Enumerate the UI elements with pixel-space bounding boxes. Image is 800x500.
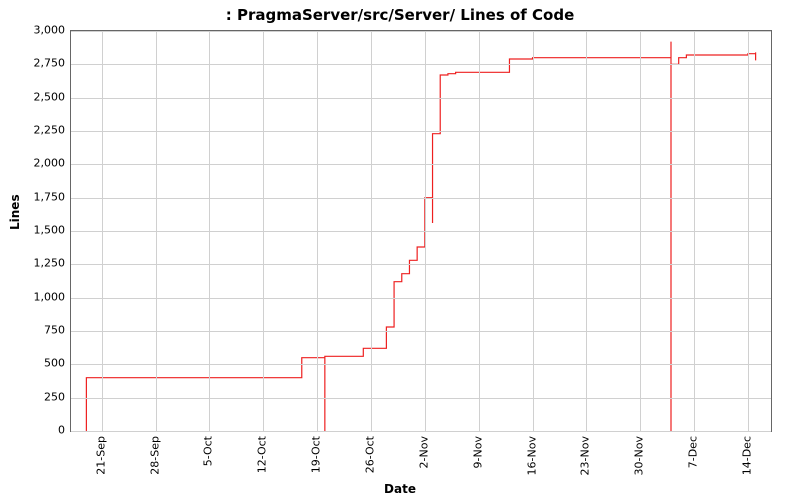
y-tick-label: 750 — [5, 324, 65, 337]
y-tick-label: 2,750 — [5, 57, 65, 70]
x-tick-label: 28-Sep — [148, 436, 161, 475]
x-tick-label: 5-Oct — [202, 436, 215, 466]
gridline-v — [102, 31, 103, 431]
gridline-v — [694, 31, 695, 431]
plot-area — [70, 30, 772, 432]
gridline-h — [71, 298, 771, 299]
gridline-v — [156, 31, 157, 431]
gridline-v — [533, 31, 534, 431]
chart-title: : PragmaServer/src/Server/ Lines of Code — [0, 6, 800, 24]
y-tick-label: 1,250 — [5, 257, 65, 270]
x-axis-label: Date — [0, 482, 800, 496]
gridline-h — [71, 64, 771, 65]
y-tick-label: 1,750 — [5, 190, 65, 203]
gridline-h — [71, 264, 771, 265]
gridline-h — [71, 364, 771, 365]
x-tick-label: 26-Oct — [364, 436, 377, 473]
x-tick-label: 7-Dec — [687, 436, 700, 468]
gridline-v — [748, 31, 749, 431]
gridline-v — [586, 31, 587, 431]
y-tick-label: 500 — [5, 357, 65, 370]
gridline-h — [71, 31, 771, 32]
x-tick-label: 9-Nov — [471, 436, 484, 468]
gridline-h — [71, 431, 771, 432]
y-tick-label: 2,500 — [5, 90, 65, 103]
y-tick-label: 2,250 — [5, 124, 65, 137]
y-tick-label: 0 — [5, 424, 65, 437]
gridline-h — [71, 331, 771, 332]
gridline-v — [425, 31, 426, 431]
y-tick-label: 3,000 — [5, 24, 65, 37]
gridline-h — [71, 198, 771, 199]
x-tick-label: 16-Nov — [525, 436, 538, 475]
gridline-v — [209, 31, 210, 431]
x-tick-label: 23-Nov — [579, 436, 592, 475]
gridline-h — [71, 131, 771, 132]
x-tick-label: 21-Sep — [94, 436, 107, 475]
gridline-v — [263, 31, 264, 431]
x-tick-label: 19-Oct — [310, 436, 323, 473]
gridline-v — [371, 31, 372, 431]
y-tick-label: 250 — [5, 390, 65, 403]
x-tick-label: 2-Nov — [417, 436, 430, 468]
gridline-h — [71, 164, 771, 165]
series-polyline — [86, 42, 755, 431]
y-tick-label: 1,000 — [5, 290, 65, 303]
x-tick-label: 14-Dec — [740, 436, 753, 475]
gridline-h — [71, 398, 771, 399]
gridline-h — [71, 98, 771, 99]
x-tick-label: 12-Oct — [256, 436, 269, 473]
y-tick-label: 2,000 — [5, 157, 65, 170]
x-tick-label: 30-Nov — [633, 436, 646, 475]
y-tick-label: 1,500 — [5, 224, 65, 237]
gridline-v — [640, 31, 641, 431]
loc-chart: : PragmaServer/src/Server/ Lines of Code… — [0, 0, 800, 500]
gridline-v — [479, 31, 480, 431]
gridline-h — [71, 231, 771, 232]
gridline-v — [317, 31, 318, 431]
